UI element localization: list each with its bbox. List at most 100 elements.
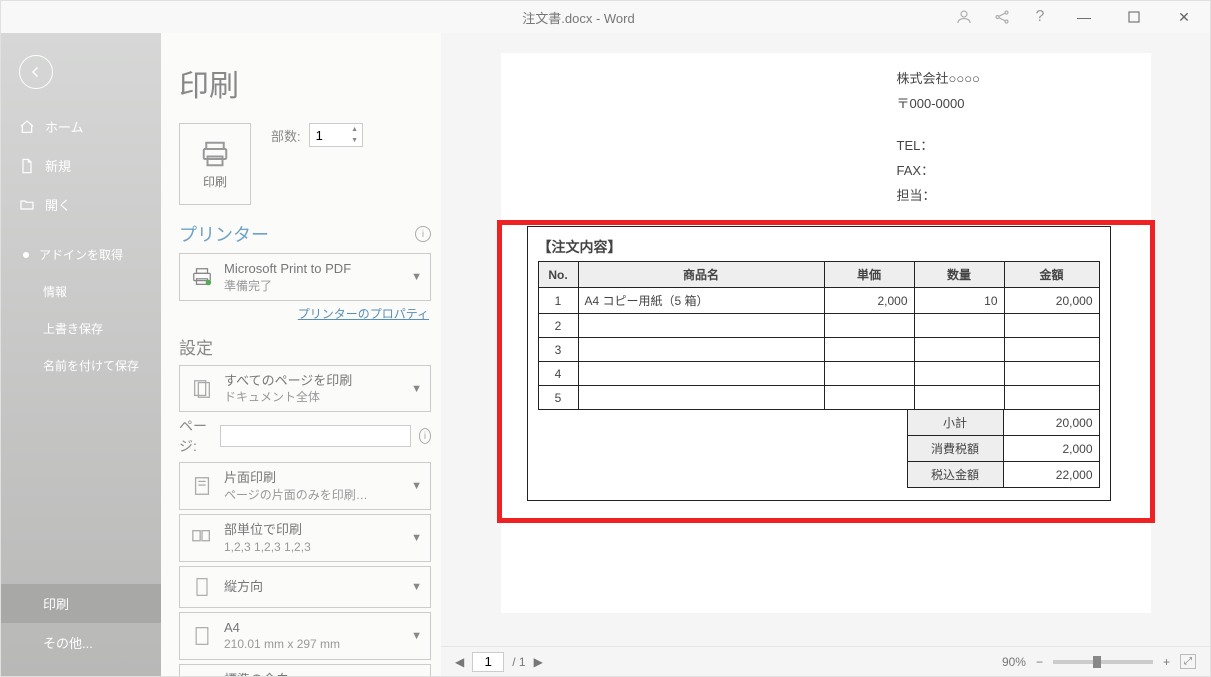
company-name: 株式会社○○○○ bbox=[897, 67, 1111, 92]
main-area: ホーム 新規 開く アドインを取得 情報 上書き保存 名前を付けて保存 印刷 そ… bbox=[1, 33, 1210, 676]
pages-dropdown[interactable]: すべてのページを印刷 ドキュメント全体 ▼ bbox=[179, 365, 431, 413]
copies-row: 部数: ▲▼ bbox=[271, 123, 363, 147]
page-title: 印刷 bbox=[179, 61, 431, 105]
share-icon[interactable] bbox=[988, 3, 1016, 31]
chevron-down-icon: ▼ bbox=[411, 480, 422, 492]
totals-block: 小計20,000 消費税額2,000 税込金額22,000 bbox=[538, 409, 1100, 488]
info-icon[interactable]: i bbox=[415, 226, 431, 242]
chevron-down-icon: ▼ bbox=[411, 271, 422, 283]
titlebar-controls: ? — ✕ bbox=[950, 3, 1204, 31]
margins-dropdown[interactable]: 標準の余白 上: 35.01 mm 下: 3… ▼ bbox=[179, 664, 431, 676]
titlebar: 注文書.docx - Word ? — ✕ bbox=[1, 1, 1210, 33]
print-settings-pane: 印刷 印刷 部数: ▲▼ プリンター i bbox=[161, 33, 441, 676]
print-button-row: 印刷 部数: ▲▼ bbox=[179, 123, 431, 205]
total-pages: / 1 bbox=[512, 655, 525, 669]
nav-label: ホーム bbox=[45, 117, 84, 136]
copies-spinner[interactable]: ▲▼ bbox=[348, 124, 362, 146]
printer-status: 準備完了 bbox=[224, 278, 403, 294]
info-icon[interactable]: i bbox=[419, 428, 431, 444]
printer-dropdown[interactable]: Microsoft Print to PDF 準備完了 ▼ bbox=[179, 253, 431, 301]
printer-properties-link[interactable]: プリンターのプロパティ bbox=[181, 305, 429, 322]
page-number-input[interactable] bbox=[472, 652, 504, 672]
chevron-down-icon: ▼ bbox=[411, 581, 422, 593]
zoom-out-button[interactable]: − bbox=[1036, 655, 1043, 669]
table-row: 1A4 コピー用紙（5 箱）2,0001020,000 bbox=[538, 288, 1099, 314]
chevron-down-icon: ▼ bbox=[411, 532, 422, 544]
app-root: 注文書.docx - Word ? — ✕ ホーム 新規 bbox=[0, 0, 1211, 677]
copies-label: 部数: bbox=[271, 126, 301, 145]
pages-icon bbox=[188, 375, 216, 403]
prev-page-button[interactable]: ◀ bbox=[455, 655, 464, 669]
table-row: 3 bbox=[538, 338, 1099, 362]
window-title: 注文書.docx - Word bbox=[207, 8, 950, 27]
collate-dropdown[interactable]: 部単位で印刷 1,2,3 1,2,3 1,2,3 ▼ bbox=[179, 514, 431, 562]
nav-more[interactable]: その他... bbox=[1, 623, 161, 662]
margins-icon bbox=[188, 674, 216, 676]
table-row: 5 bbox=[538, 386, 1099, 410]
nav-save[interactable]: 上書き保存 bbox=[1, 310, 161, 347]
paper-size-dropdown[interactable]: A4 210.01 mm x 297 mm ▼ bbox=[179, 612, 431, 660]
zoom-in-button[interactable]: + bbox=[1163, 655, 1170, 669]
nav-open[interactable]: 開く bbox=[1, 185, 161, 224]
minimize-button[interactable]: — bbox=[1064, 3, 1104, 31]
printer-status-icon bbox=[188, 263, 216, 291]
nav-label: アドインを取得 bbox=[39, 246, 123, 263]
print-button-label: 印刷 bbox=[203, 173, 227, 190]
table-header: No. 商品名 単価 数量 金額 bbox=[538, 262, 1099, 288]
nav-label: 名前を付けて保存 bbox=[43, 357, 139, 374]
chevron-down-icon: ▼ bbox=[411, 630, 422, 642]
nav-info[interactable]: 情報 bbox=[1, 273, 161, 310]
nav-addins[interactable]: アドインを取得 bbox=[1, 236, 161, 273]
preview-footer: ◀ / 1 ▶ 90% − + ⤢ bbox=[441, 646, 1210, 676]
nav-label: 上書き保存 bbox=[43, 320, 103, 337]
duplex-dropdown[interactable]: 片面印刷 ページの片面のみを印刷… ▼ bbox=[179, 462, 431, 510]
table-row: 2 bbox=[538, 314, 1099, 338]
dot-icon bbox=[23, 252, 29, 258]
nav-label: その他... bbox=[43, 633, 93, 652]
nav-label: 情報 bbox=[43, 283, 67, 300]
zoom-slider[interactable] bbox=[1053, 660, 1153, 664]
settings-heading: 設定 bbox=[179, 334, 431, 359]
orientation-icon bbox=[188, 573, 216, 601]
orientation-dropdown[interactable]: 縦方向 ▼ bbox=[179, 566, 431, 608]
backstage-sidebar: ホーム 新規 開く アドインを取得 情報 上書き保存 名前を付けて保存 印刷 そ… bbox=[1, 33, 161, 676]
order-table: No. 商品名 単価 数量 金額 1A4 コピー用紙（5 箱）2,0001020… bbox=[538, 261, 1100, 410]
order-title: 【注文内容】 bbox=[538, 237, 1100, 257]
pages-row: ページ: i bbox=[179, 416, 431, 456]
pages-label: ページ: bbox=[179, 416, 212, 456]
open-icon bbox=[19, 197, 35, 213]
document-page: 株式会社○○○○ 〒000-0000 TEL： FAX： 担当： 【注文内容】 bbox=[501, 53, 1151, 613]
nav-label: 印刷 bbox=[43, 594, 69, 613]
nav-label: 新規 bbox=[45, 156, 71, 175]
tantou-label: 担当： bbox=[897, 184, 1111, 209]
collate-icon bbox=[188, 524, 216, 552]
printer-heading: プリンター i bbox=[179, 221, 431, 247]
next-page-button[interactable]: ▶ bbox=[534, 655, 543, 669]
table-row: 4 bbox=[538, 362, 1099, 386]
back-button[interactable] bbox=[19, 55, 53, 89]
zoom-value: 90% bbox=[1002, 655, 1026, 669]
printer-name: Microsoft Print to PDF bbox=[224, 260, 403, 278]
file-icon bbox=[19, 158, 35, 174]
paper-icon bbox=[188, 622, 216, 650]
maximize-button[interactable] bbox=[1114, 3, 1154, 31]
nav-print[interactable]: 印刷 bbox=[1, 584, 161, 623]
printer-icon bbox=[198, 139, 232, 169]
help-icon[interactable]: ? bbox=[1026, 3, 1054, 31]
nav-home[interactable]: ホーム bbox=[1, 107, 161, 146]
fit-page-button[interactable]: ⤢ bbox=[1180, 654, 1196, 669]
pages-input[interactable] bbox=[220, 425, 411, 447]
preview-canvas[interactable]: 株式会社○○○○ 〒000-0000 TEL： FAX： 担当： 【注文内容】 bbox=[441, 33, 1210, 646]
home-icon bbox=[19, 119, 35, 135]
nav-saveas[interactable]: 名前を付けて保存 bbox=[1, 347, 161, 384]
fax-label: FAX： bbox=[897, 159, 1111, 184]
close-button[interactable]: ✕ bbox=[1164, 3, 1204, 31]
preview-pane: 株式会社○○○○ 〒000-0000 TEL： FAX： 担当： 【注文内容】 bbox=[441, 33, 1210, 676]
order-box: 【注文内容】 No. 商品名 単価 数量 金額 1A4 コピー用紙（5 箱）2,… bbox=[527, 226, 1111, 501]
nav-label: 開く bbox=[45, 195, 71, 214]
account-icon[interactable] bbox=[950, 3, 978, 31]
company-block: 株式会社○○○○ 〒000-0000 TEL： FAX： 担当： bbox=[897, 67, 1111, 208]
print-button[interactable]: 印刷 bbox=[179, 123, 251, 205]
nav-new[interactable]: 新規 bbox=[1, 146, 161, 185]
duplex-icon bbox=[188, 472, 216, 500]
